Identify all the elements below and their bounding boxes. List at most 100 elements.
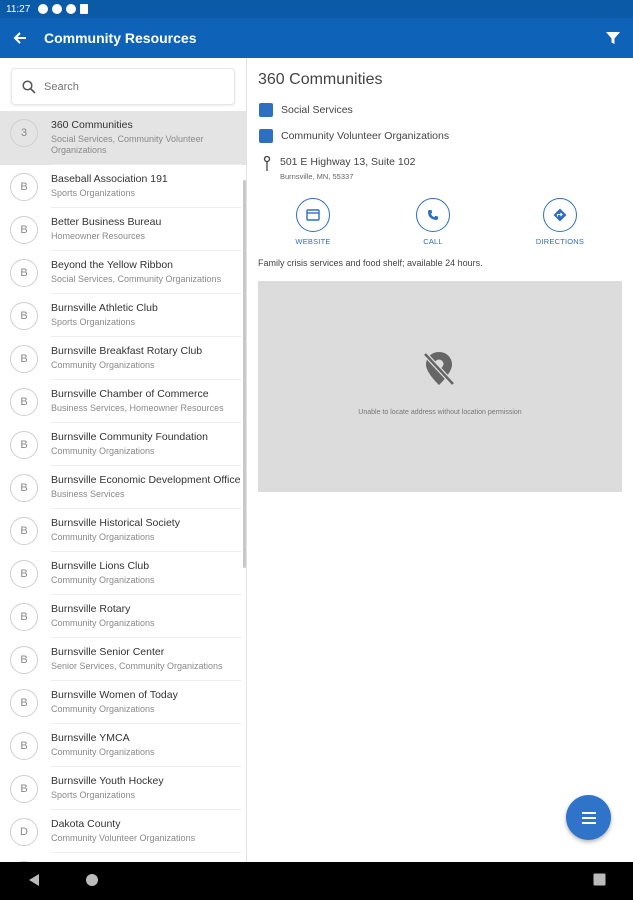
list-item[interactable]: B Burnsville Lions Club Community Organiza…: [0, 552, 246, 595]
menu-icon: [581, 811, 596, 824]
list-item-texts: Burnsville Community Foundation Community…: [51, 431, 241, 466]
detail-category-label: Social Services: [281, 104, 353, 116]
list-item-avatar: B: [10, 302, 38, 330]
search-box[interactable]: [11, 68, 235, 105]
filter-button[interactable]: [593, 18, 633, 58]
arrow-back-icon: [13, 32, 26, 44]
list-item-texts: Burnsville Economic Development Office Bu…: [51, 474, 241, 509]
list-item[interactable]: B Burnsville Youth Hockey Sports Organizat…: [0, 767, 246, 810]
notification-icon: [66, 4, 77, 14]
list-item-texts: Better Business Bureau Homeowner Resource…: [51, 216, 241, 251]
phone-icon: [428, 210, 438, 220]
list-item-name: Burnsville Economic Development Office: [51, 474, 241, 486]
notification-icon: [38, 4, 49, 14]
nav-home-icon[interactable]: [85, 873, 99, 887]
list-item-categories: Community Organizations: [51, 704, 155, 714]
website-circle[interactable]: [296, 198, 330, 232]
browser-icon: [306, 209, 320, 221]
call-button[interactable]: CALL: [398, 198, 468, 246]
location-off-icon: [423, 352, 455, 386]
list-item[interactable]: B Burnsville Women of Today Community Orga…: [0, 681, 246, 724]
list-item-avatar: B: [10, 732, 38, 760]
list-item-categories: Community Organizations: [51, 747, 155, 757]
website-button[interactable]: WEBSITE: [278, 198, 348, 246]
detail-category: Community Volunteer Organizations: [259, 129, 449, 143]
list-item-name: Burnsville Lions Club: [51, 560, 150, 572]
list-item-categories: Social Services, Community Organizations: [51, 274, 222, 284]
directions-label: DIRECTIONS: [535, 237, 585, 246]
menu-fab-button[interactable]: [566, 795, 611, 840]
map-area[interactable]: Unable to locate address without locatio…: [258, 281, 622, 492]
list-item[interactable]: B Baseball Association 191 Sports Organiza…: [0, 165, 246, 208]
list-item-categories: Community Organizations: [51, 532, 155, 542]
list-item-name: Beyond the Yellow Ribbon: [51, 259, 174, 271]
list-item-avatar: B: [10, 775, 38, 803]
list-item-texts: Burnsville Athletic Club Sports Organizat…: [51, 302, 241, 337]
list-item-name: Burnsville Senior Center: [51, 646, 165, 658]
list-item-texts: Burnsville Chamber of Commerce Business S…: [51, 388, 241, 423]
list-item-name: Burnsville Rotary: [51, 603, 131, 615]
list-item[interactable]: B Burnsville Breakfast Rotary Club Communi…: [0, 337, 246, 380]
list-item-texts: Beyond the Yellow Ribbon Social Services,…: [51, 259, 241, 294]
list-scrollbar[interactable]: [243, 180, 246, 568]
list-item-categories: Sports Organizations: [51, 790, 136, 800]
list-item[interactable]: D Dakota County Community Volunteer Organi…: [0, 810, 246, 853]
list-item-texts: Burnsville YMCA Community Organizations: [51, 732, 241, 767]
list-item-categories: Sports Organizations: [51, 188, 136, 198]
directions-icon: [553, 208, 567, 222]
list-item[interactable]: 3 360 Communities Social Services, Communi…: [0, 111, 246, 165]
list-item-avatar: B: [10, 259, 38, 287]
list-item-avatar: B: [10, 646, 38, 674]
list-item[interactable]: B Burnsville Athletic Club Sports Organiza…: [0, 294, 246, 337]
list-item-texts: Burnsville Lions Club Community Organizat…: [51, 560, 241, 595]
list-item-avatar: 3: [10, 119, 38, 147]
list-item[interactable]: B Burnsville Chamber of Commerce Business …: [0, 380, 246, 423]
list-item-name: Burnsville Youth Hockey: [51, 775, 164, 787]
detail-category-label: Community Volunteer Organizations: [281, 130, 450, 142]
list-item-name: Burnsville Athletic Club: [51, 302, 158, 314]
list-item[interactable]: B Burnsville Rotary Community Organization…: [0, 595, 246, 638]
list-item-name: Better Business Bureau: [51, 216, 162, 228]
list-item-categories: Community Organizations: [51, 618, 155, 628]
back-button[interactable]: [0, 18, 40, 58]
list-item-avatar: B: [10, 603, 38, 631]
website-label: WEBSITE: [295, 237, 331, 246]
list-item-texts: 360 Communities Social Services, Communit…: [51, 119, 241, 165]
list-item[interactable]: B Burnsville Senior Center Senior Services…: [0, 638, 246, 681]
list-item[interactable]: B Better Business Bureau Homeowner Resourc…: [0, 208, 246, 251]
list-item-avatar: B: [10, 388, 38, 416]
detail-actions: WEBSITE CALL DIRECTIONS: [248, 198, 633, 246]
list-item-avatar: B: [10, 216, 38, 244]
list-item-categories: Business Services: [51, 489, 125, 499]
system-nav-bar: [0, 862, 633, 900]
list-item-texts: Burnsville Rotary Community Organizations: [51, 603, 241, 638]
directions-button[interactable]: DIRECTIONS: [525, 198, 595, 246]
call-circle[interactable]: [416, 198, 450, 232]
list-item-name: Dakota County: [51, 818, 121, 830]
list-item-categories: Sports Organizations: [51, 317, 136, 327]
list-item[interactable]: B Burnsville Historical Society Community …: [0, 509, 246, 552]
list-item-texts: Burnsville Youth Hockey Sports Organizati…: [51, 775, 241, 810]
list-item[interactable]: B Burnsville Community Foundation Communit…: [0, 423, 246, 466]
list-item-avatar: B: [10, 517, 38, 545]
list-item-categories: Business Services, Homeowner Resources: [51, 403, 224, 413]
detail-address: 501 E Highway 13, Suite 102 Burnsville, …: [262, 156, 415, 181]
list-item-name: Burnsville Women of Today: [51, 689, 178, 701]
list-item-avatar: B: [10, 689, 38, 717]
app-bar: Community Resources: [0, 18, 633, 58]
list-item[interactable]: B Burnsville Economic Development Office B…: [0, 466, 246, 509]
list-item-name: 360 Communities: [51, 119, 133, 131]
directions-circle[interactable]: [543, 198, 577, 232]
detail-title: 360 Communities: [258, 71, 383, 88]
list-item[interactable]: B Burnsville YMCA Community Organizations: [0, 724, 246, 767]
nav-recents-icon[interactable]: [593, 873, 606, 886]
search-input[interactable]: [44, 80, 214, 93]
resource-list: 3 360 Communities Social Services, Communi…: [0, 111, 246, 862]
list-item[interactable]: DDakota County Community: [0, 853, 246, 862]
list-item-texts: Burnsville Women of Today Community Organ…: [51, 689, 241, 724]
list-item-avatar: D: [10, 818, 38, 846]
status-time: 11:27: [6, 3, 31, 15]
category-square-icon: [259, 103, 273, 117]
nav-back-icon[interactable]: [28, 873, 40, 887]
list-item[interactable]: B Beyond the Yellow Ribbon Social Services…: [0, 251, 246, 294]
